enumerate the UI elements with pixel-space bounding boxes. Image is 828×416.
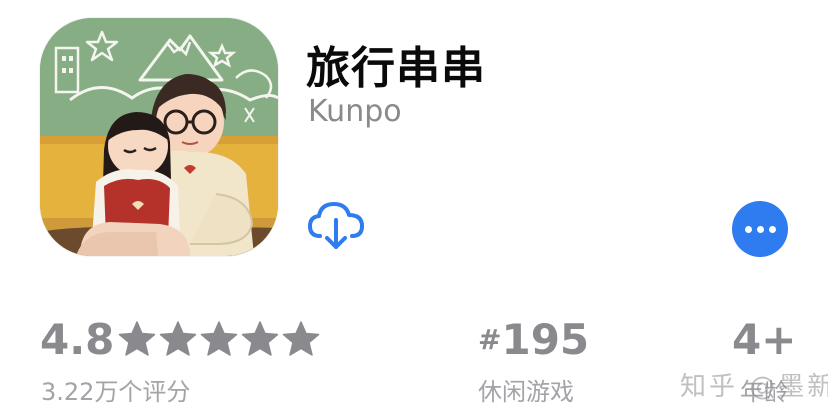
star-icon	[282, 321, 320, 356]
app-store-page: 旅行串串 Kunpo 4.8 3.22万个评分 #195 休闲游戏 4+ 年龄 …	[0, 0, 828, 416]
developer-link[interactable]: Kunpo	[308, 94, 402, 129]
app-title: 旅行串串	[306, 43, 486, 94]
rank-category[interactable]: 休闲游戏	[478, 372, 574, 407]
app-icon-illustration	[40, 18, 278, 256]
ellipsis-icon	[744, 225, 776, 233]
app-icon[interactable]	[40, 18, 278, 256]
rating-value: 4.8	[40, 315, 115, 364]
star-icon	[118, 321, 156, 356]
rank-number: 195	[501, 315, 590, 364]
rank-hash: #	[478, 323, 502, 356]
star-icon	[159, 321, 197, 356]
chart-rank[interactable]: #195	[478, 318, 589, 362]
rating-stars	[118, 320, 320, 358]
download-button[interactable]	[306, 198, 366, 252]
watermark: 知乎 @墨新	[680, 372, 828, 402]
age-rating: 4+	[732, 315, 797, 364]
cloud-download-icon	[308, 202, 364, 249]
star-icon	[200, 321, 238, 356]
star-icon	[241, 321, 279, 356]
rating-count: 3.22万个评分	[41, 378, 191, 406]
more-options-button[interactable]	[732, 201, 788, 257]
